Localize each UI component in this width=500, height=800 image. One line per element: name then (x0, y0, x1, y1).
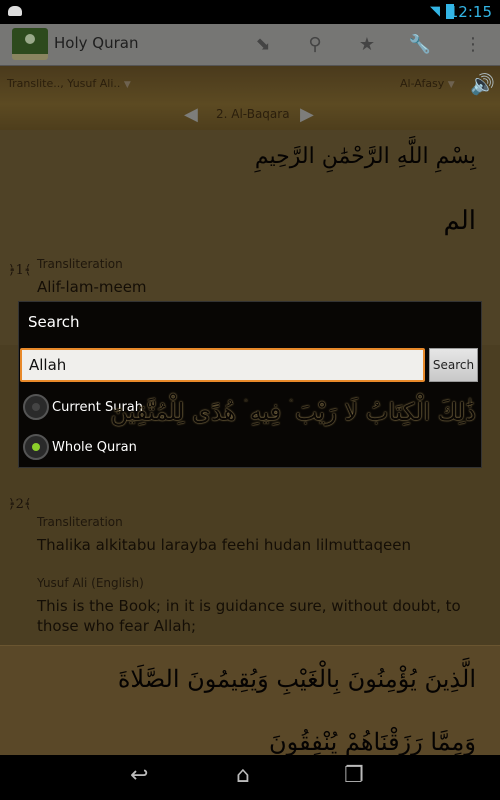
next-surah-arrow-icon[interactable]: ▶ (300, 104, 314, 125)
reciter-select-label: Al-Afasy (400, 77, 445, 90)
whole-quran-label[interactable]: Whole Quran (52, 440, 137, 455)
search-icon[interactable]: ⚲ (302, 32, 328, 58)
verse-arabic: الَّذِينَ يُؤْمِنُونَ بِالْغَيْبِ وَيُقِ… (117, 665, 476, 693)
verse-arabic: ذَٰلِكَ الْكِتَابُ لَا رَيْبَ ۛ فِيهِ ۛ … (110, 398, 476, 426)
star-icon[interactable]: ★ (354, 32, 380, 58)
verse-number: ﴿2﴾ (8, 497, 32, 512)
transliteration-text: Alif-lam-meem (37, 278, 147, 296)
surah-title: 2. Al-Baqara (216, 107, 290, 121)
navigation-bar: ↩ ⌂ ❐ (0, 755, 500, 800)
overflow-menu-icon[interactable]: ⋮ (460, 32, 486, 58)
translation-label: Yusuf Ali (English) (37, 576, 144, 590)
app-logo[interactable] (12, 28, 48, 60)
app-title: Holy Quran (54, 34, 139, 52)
reciter-select[interactable]: Al-Afasy ▼ (400, 77, 455, 90)
verse-number: ﴿1﴾ (8, 263, 32, 278)
android-notification-icon (8, 6, 22, 16)
dialog-title: Search (28, 313, 80, 331)
verse-arabic: الم (443, 206, 476, 236)
wifi-icon: ◥ (430, 4, 440, 19)
recent-apps-icon[interactable]: ❐ (344, 763, 364, 788)
verse-arabic: وَمِمَّا رَزَقْنَاهُمْ يُنْفِقُونَ (269, 728, 476, 756)
current-surah-radio[interactable] (23, 394, 49, 420)
speaker-icon[interactable]: 🔊 (470, 72, 495, 96)
clock: 12:15 (448, 3, 492, 21)
translation-select[interactable]: Translite.., Yusuf Ali.. ▼ (7, 77, 131, 90)
previous-surah-arrow-icon[interactable]: ◀ (184, 104, 198, 125)
translation-select-label: Translite.., Yusuf Ali.. (7, 77, 121, 90)
action-bar: Holy Quran ⬊ ⚲ ★ 🔧 ⋮ (0, 24, 500, 66)
transliteration-text: Thalika alkitabu larayba feehi hudan lil… (37, 536, 411, 554)
whole-quran-radio[interactable] (23, 434, 49, 460)
download-icon[interactable]: ⬊ (250, 32, 276, 58)
home-icon[interactable]: ⌂ (236, 763, 250, 788)
transliteration-label: Transliteration (37, 257, 123, 271)
search-input[interactable] (20, 348, 425, 382)
bismillah: بِسْمِ اللَّهِ الرَّحْمَٰنِ الرَّحِيمِ (254, 144, 476, 169)
status-bar: ◥ 12:15 (0, 0, 500, 24)
translation-text: This is the Book; in it is guidance sure… (37, 597, 461, 635)
dropdown-icon: ▼ (447, 80, 455, 90)
back-icon[interactable]: ↩ (130, 763, 148, 788)
transliteration-label: Transliteration (37, 515, 123, 529)
wrench-icon[interactable]: 🔧 (407, 32, 433, 58)
dropdown-icon: ▼ (123, 80, 131, 90)
search-button[interactable]: Search (429, 348, 478, 382)
